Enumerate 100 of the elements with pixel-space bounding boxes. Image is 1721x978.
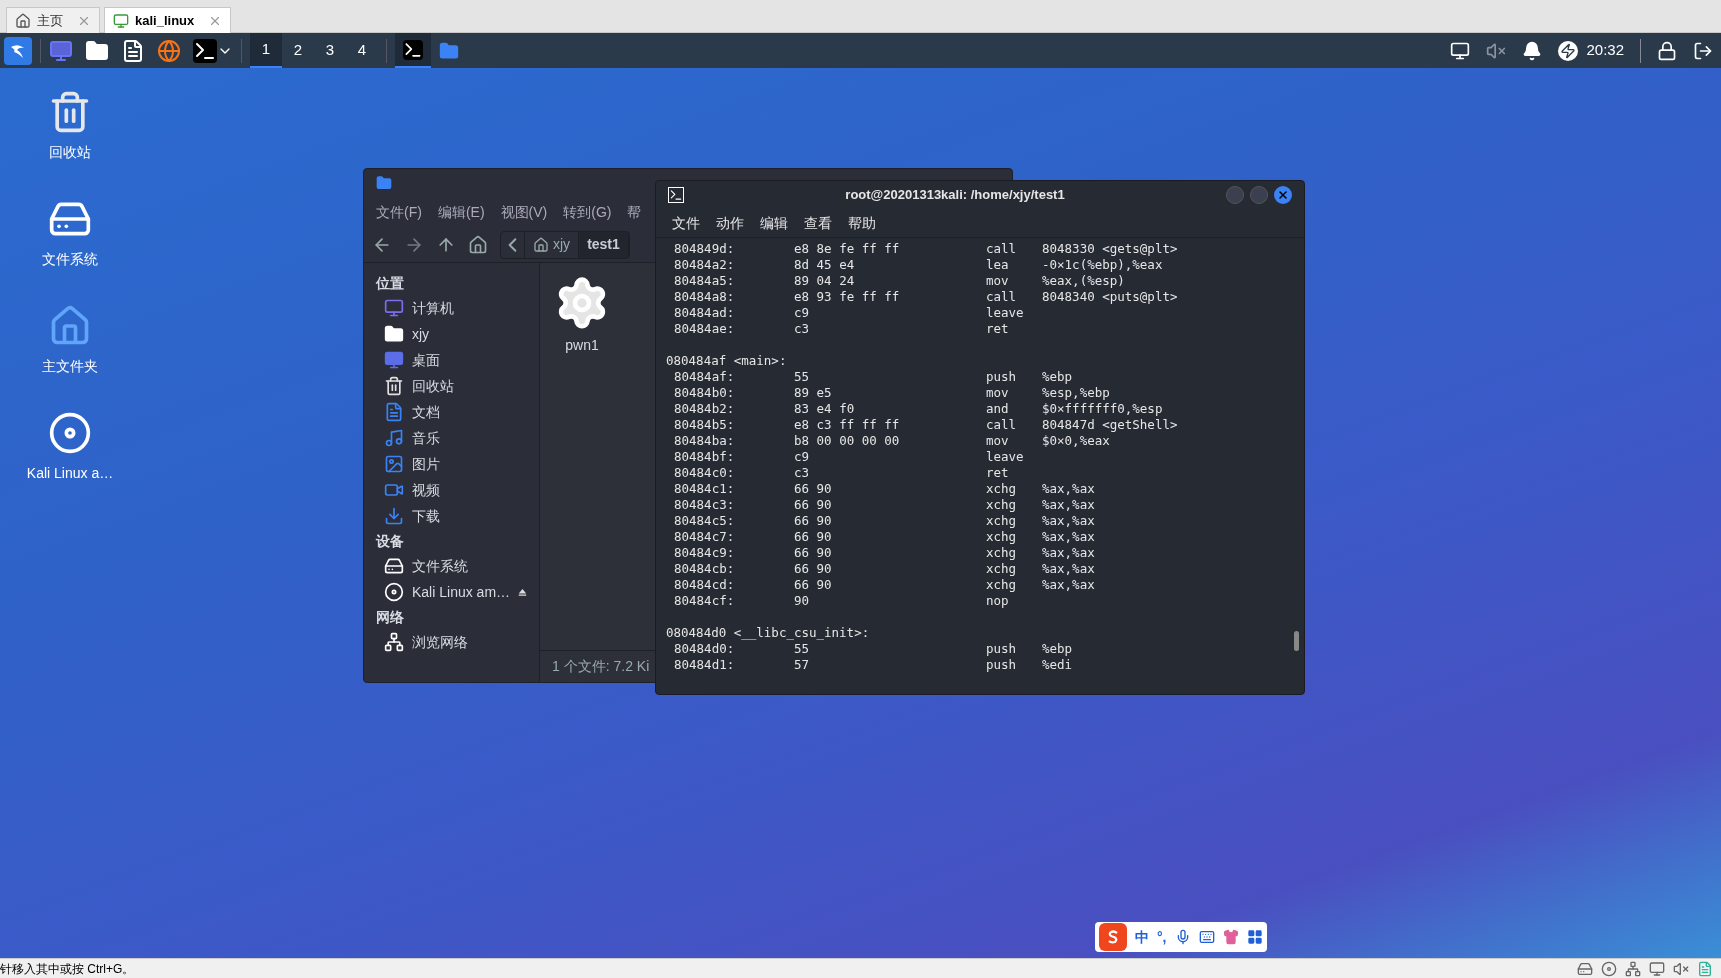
folder-icon[interactable] (85, 38, 109, 63)
operands-text: %ax,%ax (1042, 513, 1095, 529)
address-text: 80484b5: (674, 417, 736, 433)
logout-icon[interactable] (1693, 40, 1713, 61)
sidebar-item[interactable]: Kali Linux am… (376, 579, 527, 605)
menu-item[interactable]: 帮 (627, 201, 642, 223)
bytes-text: c3 (794, 321, 811, 337)
speaker-icon[interactable] (1673, 960, 1689, 977)
sidebar-item[interactable]: 文档 (376, 399, 527, 425)
browser-tab[interactable]: 主页 (6, 7, 100, 33)
sidebar-item[interactable]: 计算机 (376, 295, 527, 321)
punctuation-toggle[interactable]: °, (1157, 926, 1167, 948)
operands-text: %esp,%ebp (1042, 385, 1110, 401)
menu-item[interactable]: 文件(F) (376, 201, 422, 223)
disc-icon (48, 411, 92, 455)
desktop-icon[interactable] (49, 38, 73, 63)
trash-icon (384, 376, 404, 396)
sidebar-item[interactable]: 回收站 (376, 373, 527, 399)
sidebar-item[interactable]: 视频 (376, 477, 527, 503)
bytes-text: c3 (794, 465, 811, 481)
mnemonic-text: xchg (986, 561, 1018, 577)
status-hint: 针移入其中或按 Ctrl+G。 (0, 960, 135, 978)
sidebar-item[interactable]: xjy (376, 321, 527, 347)
bytes-text: 90 (794, 593, 811, 609)
bytes-text: 66 90 (794, 481, 833, 497)
menu-item[interactable]: 帮助 (848, 212, 876, 234)
desktop-icon (384, 350, 404, 370)
sidebar-item[interactable]: 图片 (376, 451, 527, 477)
bytes-text: e8 8e fe ff ff (794, 241, 901, 257)
section-heading: 网络 (376, 607, 405, 627)
address-text: 80484a5: (674, 273, 736, 289)
browser-tab[interactable]: kali_linux (104, 7, 232, 33)
muted-speaker-icon[interactable] (1486, 40, 1507, 61)
notification-icon[interactable] (1522, 40, 1543, 61)
menu-item[interactable]: 文件 (672, 212, 700, 234)
folder-icon (439, 40, 459, 61)
bytes-text: b8 00 00 00 00 (794, 433, 901, 449)
sidebar-item[interactable]: 桌面 (376, 347, 527, 373)
keyboard-icon[interactable] (1198, 929, 1215, 945)
desktop-icon-label[interactable]: 文件系统 (42, 249, 98, 270)
workspace-button[interactable]: 2 (282, 33, 314, 68)
desktop-icon-label[interactable]: 回收站 (49, 142, 91, 163)
operands-text: %ebp (1042, 369, 1073, 385)
tab-label: kali_linux (135, 11, 195, 30)
home-icon[interactable] (468, 234, 488, 255)
menu-item[interactable]: 编辑 (760, 212, 788, 234)
folder-icon (376, 175, 392, 191)
menu-item[interactable]: 编辑(E) (437, 201, 485, 223)
mnemonic-text: mov (986, 273, 1010, 289)
menu-item[interactable]: 转到(G) (563, 201, 612, 223)
sidebar-item[interactable]: 文件系统 (376, 553, 527, 579)
desktop-icon-label[interactable]: Kali Linux a… (26, 463, 114, 484)
lock-icon[interactable] (1657, 40, 1677, 61)
mnemonic-text: and (986, 401, 1010, 417)
shirt-icon[interactable] (1222, 929, 1239, 945)
drive-icon (384, 556, 404, 576)
mnemonic-text: mov (986, 433, 1010, 449)
drive-icon[interactable] (1577, 960, 1593, 977)
sidebar-item[interactable]: 浏览网络 (376, 629, 527, 655)
sidebar-item[interactable]: 音乐 (376, 425, 527, 451)
address-text: 80484b0: (674, 385, 736, 401)
bytes-text: c9 (794, 449, 811, 465)
workspace-button[interactable]: 1 (250, 33, 282, 68)
section-heading: 设备 (376, 531, 405, 551)
tab-label: 主页 (37, 11, 63, 30)
browser-icon[interactable] (157, 38, 181, 63)
bytes-text: 57 (794, 657, 811, 673)
input-mode-toggle[interactable]: 中 (1135, 926, 1149, 948)
address-text: 80484cf: (674, 593, 736, 609)
address-text: 80484c0: (674, 465, 736, 481)
power-icon[interactable] (1558, 40, 1579, 61)
address-text: 80484c9: (674, 545, 736, 561)
eject-icon[interactable] (518, 586, 527, 598)
folder-icon (384, 324, 404, 344)
operands-text: %ax,%ax (1042, 529, 1095, 545)
taskbar-button[interactable] (395, 33, 431, 68)
address-text: 80484a2: (674, 257, 736, 273)
clock[interactable]: 20:32 (1586, 39, 1624, 62)
terminal-icon[interactable] (193, 38, 217, 63)
status-text: 1 个文件: 7.2 Ki (552, 657, 650, 676)
close-button[interactable] (1274, 186, 1292, 204)
grid-icon[interactable] (1246, 929, 1263, 945)
ime-logo-icon[interactable] (1099, 923, 1127, 951)
scrollbar-thumb[interactable] (1294, 631, 1299, 651)
file-name[interactable]: pwn1 (565, 335, 599, 356)
operands-text: 8048330 <gets@plt> (1042, 241, 1178, 257)
kali-menu-button[interactable] (4, 36, 32, 65)
menu-item[interactable]: 视图(V) (500, 201, 548, 223)
bytes-text: 66 90 (794, 561, 833, 577)
menu-item[interactable]: 查看 (804, 212, 832, 234)
desktop-icon-label[interactable]: 主文件夹 (42, 356, 98, 377)
workspace-button[interactable]: 3 (314, 33, 346, 68)
bytes-text: 66 90 (794, 497, 833, 513)
workspace-button[interactable]: 4 (346, 33, 378, 68)
sidebar-item[interactable]: 下载 (376, 503, 527, 529)
bytes-text: 66 90 (794, 577, 833, 593)
text-editor-icon[interactable] (121, 38, 145, 63)
disc-icon[interactable] (1601, 960, 1617, 977)
menu-item[interactable]: 动作 (716, 212, 744, 234)
path-button[interactable]: test1 (579, 231, 629, 258)
